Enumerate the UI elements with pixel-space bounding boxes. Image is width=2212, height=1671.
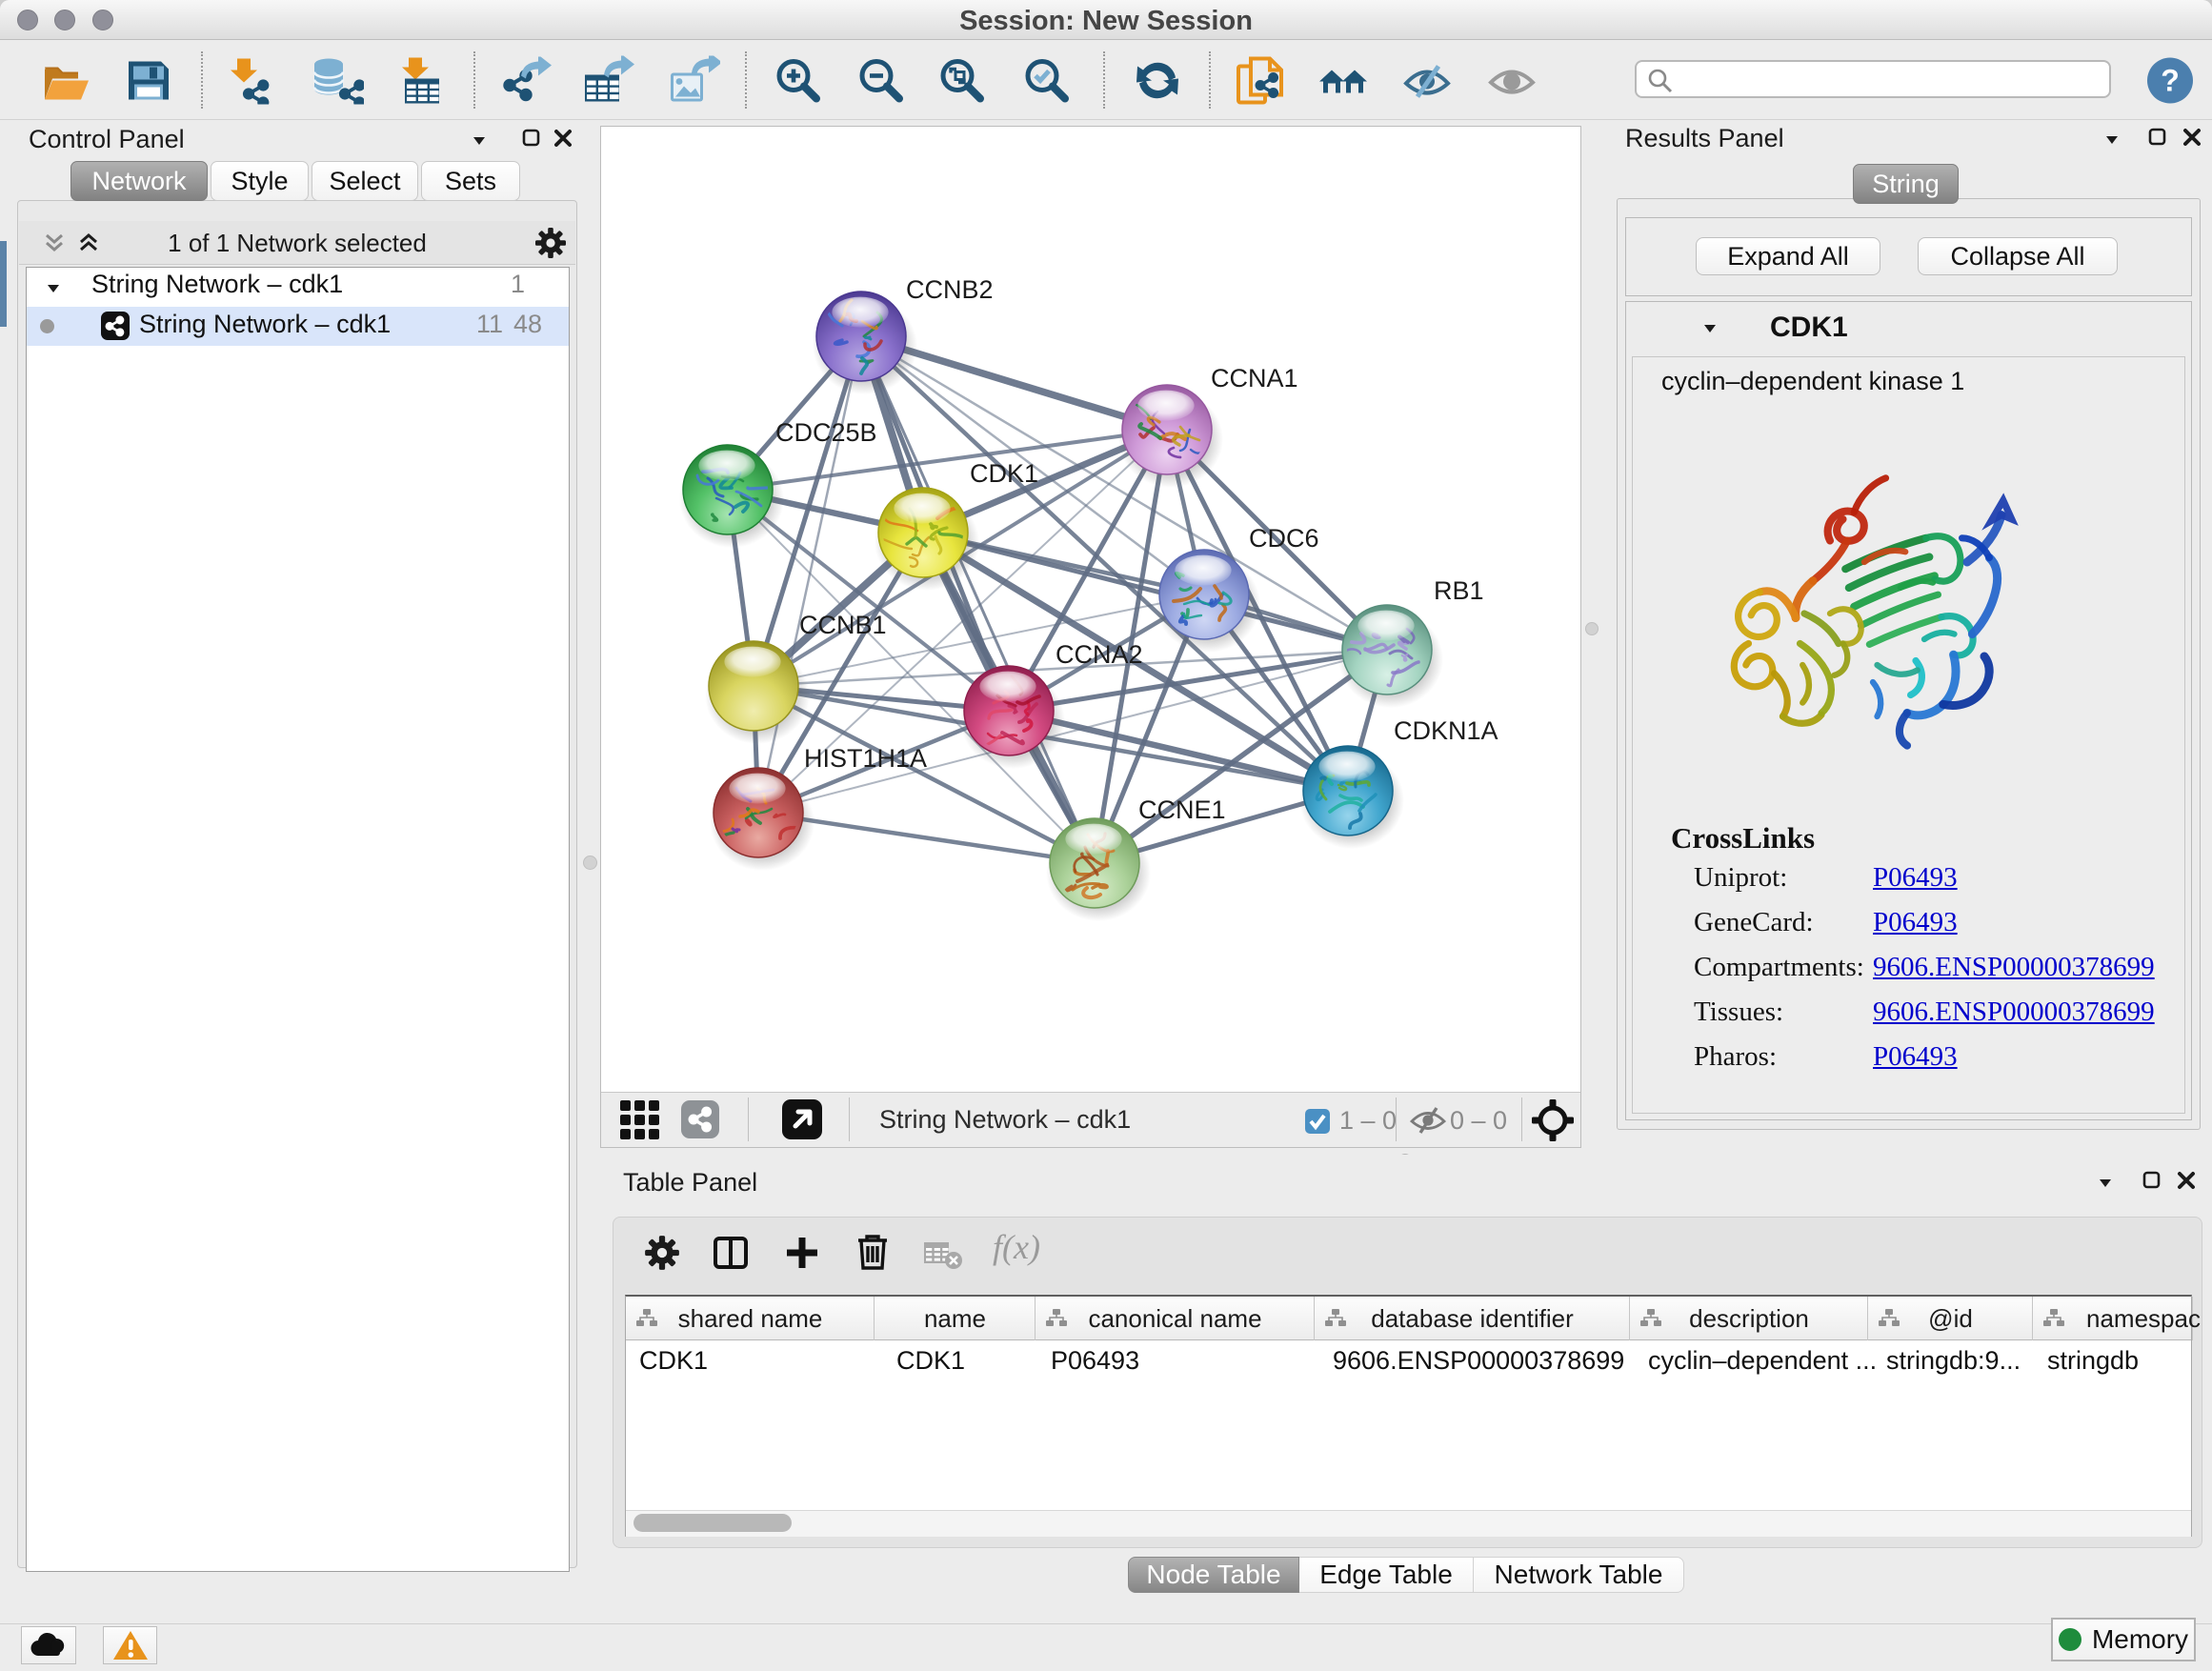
svg-text:CCNA1: CCNA1 xyxy=(1211,364,1298,393)
svg-text:CCNA2: CCNA2 xyxy=(1056,640,1143,669)
svg-text:HIST1H1A: HIST1H1A xyxy=(804,744,927,773)
svg-text:CDC25B: CDC25B xyxy=(775,418,877,447)
svg-text:CCNB1: CCNB1 xyxy=(799,611,887,639)
svg-text:CCNB2: CCNB2 xyxy=(906,275,994,304)
svg-text:CDKN1A: CDKN1A xyxy=(1394,716,1498,745)
svg-text:?: ? xyxy=(2161,64,2180,98)
svg-text:CCNE1: CCNE1 xyxy=(1138,795,1226,824)
svg-text:RB1: RB1 xyxy=(1434,576,1484,605)
svg-text:CDK1: CDK1 xyxy=(970,459,1038,488)
svg-text:CDC6: CDC6 xyxy=(1249,524,1319,553)
